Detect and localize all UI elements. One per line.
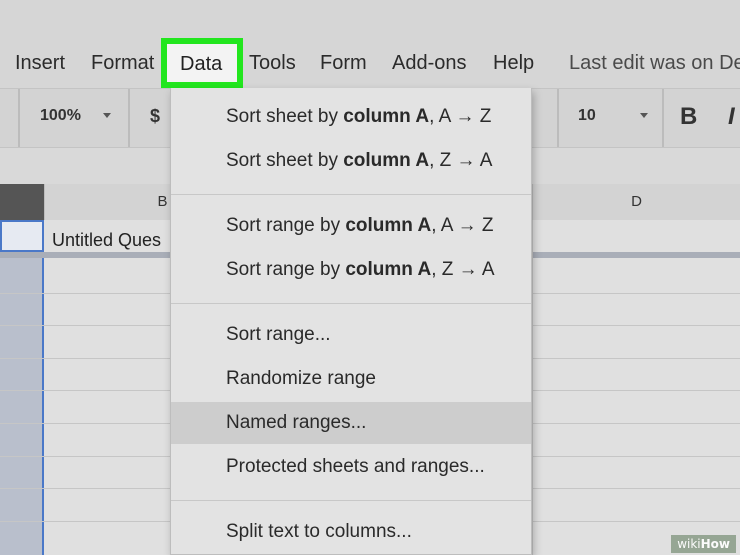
item-text: , A → Z	[431, 215, 494, 236]
wikihow-watermark: wikiHow	[671, 535, 736, 553]
menu-separator	[171, 194, 531, 195]
item-text: Randomize range	[226, 368, 376, 389]
item-text: Sort range by	[226, 259, 346, 280]
menu-tools[interactable]: Tools	[249, 52, 296, 75]
menu-item-sort-range[interactable]: Sort range...	[171, 314, 531, 356]
row-headers[interactable]	[0, 220, 44, 555]
currency-format-button[interactable]: $	[150, 106, 160, 127]
menu-insert[interactable]: Insert	[15, 52, 65, 75]
menu-form[interactable]: Form	[320, 52, 367, 75]
menu-item-sort-sheet-a-z[interactable]: Sort sheet by column A, A → Z	[171, 96, 531, 138]
column-header-b-label: B	[157, 193, 168, 210]
select-all-corner[interactable]	[0, 184, 44, 220]
zoom-select[interactable]: 100%	[40, 107, 81, 125]
menu-add-ons[interactable]: Add-ons	[392, 52, 467, 75]
cell-b1[interactable]: Untitled Ques	[52, 230, 161, 251]
menu-item-sort-range-a-z[interactable]: Sort range by column A, A → Z	[171, 205, 531, 247]
menu-data[interactable]: Data	[161, 38, 243, 88]
menu-item-split-text[interactable]: Split text to columns...	[171, 511, 531, 553]
font-size-select[interactable]: 10	[578, 107, 596, 125]
menu-item-protected-sheets[interactable]: Protected sheets and ranges...	[171, 446, 531, 488]
column-line	[532, 220, 533, 555]
menu-bar: Insert Format Data Tools Form Add-ons He…	[0, 0, 740, 88]
item-text: Sort range by	[226, 215, 346, 236]
toolbar-divider	[557, 89, 559, 147]
last-edit-status[interactable]: Last edit was on De	[569, 52, 740, 75]
menu-separator	[171, 500, 531, 501]
italic-button[interactable]: I	[728, 103, 735, 131]
toolbar-divider	[662, 89, 664, 147]
menu-separator	[171, 303, 531, 304]
menu-item-sort-sheet-z-a[interactable]: Sort sheet by column A, Z → A	[171, 140, 531, 182]
item-bold-text: column A	[345, 259, 432, 280]
toolbar-divider	[128, 89, 130, 147]
item-text: Split text to columns...	[226, 521, 412, 542]
selected-row-header[interactable]	[0, 220, 44, 252]
font-size-caret-icon[interactable]	[640, 113, 648, 118]
watermark-prefix: wiki	[677, 537, 701, 551]
bold-button[interactable]: B	[680, 103, 697, 131]
item-bold-text: column A	[345, 215, 432, 236]
menu-format[interactable]: Format	[91, 52, 154, 75]
item-text: Sort sheet by	[226, 106, 344, 127]
item-bold-text: column A	[343, 150, 430, 171]
watermark-brand: How	[700, 537, 730, 551]
zoom-caret-icon[interactable]	[103, 113, 111, 118]
column-header-d[interactable]: D	[532, 184, 740, 220]
menu-item-randomize-range[interactable]: Randomize range	[171, 358, 531, 400]
toolbar-divider	[18, 89, 20, 147]
item-text: , Z → A	[429, 150, 493, 171]
item-text: Named ranges...	[226, 412, 367, 433]
column-header-d-label: D	[631, 193, 642, 210]
item-text: Protected sheets and ranges...	[226, 456, 485, 477]
item-bold-text: column A	[343, 106, 430, 127]
item-text: , A → Z	[429, 106, 492, 127]
data-menu-dropdown: Sort sheet by column A, A → Z Sort sheet…	[170, 88, 532, 555]
menu-data-label: Data	[180, 53, 223, 75]
menu-item-sort-range-z-a[interactable]: Sort range by column A, Z → A	[171, 249, 531, 291]
item-text: Sort range...	[226, 324, 331, 345]
menu-help[interactable]: Help	[493, 52, 534, 75]
menu-item-named-ranges[interactable]: Named ranges...	[171, 402, 531, 444]
item-text: , Z → A	[431, 259, 495, 280]
item-text: Sort sheet by	[226, 150, 344, 171]
